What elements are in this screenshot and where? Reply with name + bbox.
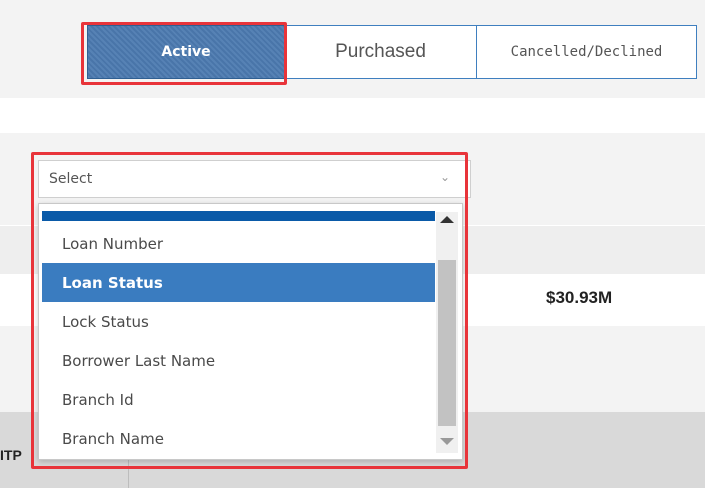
table-cell-fragment: ITP — [0, 447, 22, 463]
highlight-box-dropdown — [31, 152, 468, 469]
tab-purchased[interactable]: Purchased — [285, 25, 477, 79]
summary-amount: $30.93M — [546, 288, 613, 307]
tab-cancelled-declined[interactable]: Cancelled/Declined — [477, 25, 697, 79]
highlight-box-tab — [81, 22, 287, 85]
